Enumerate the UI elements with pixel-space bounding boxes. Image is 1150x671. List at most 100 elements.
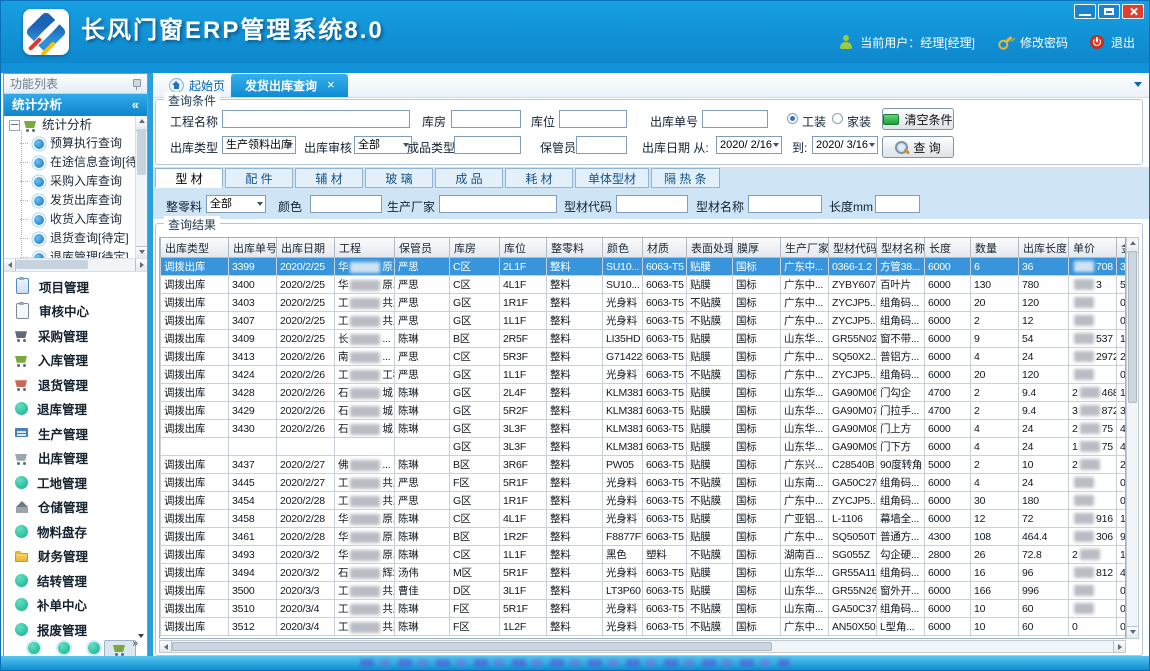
- maximize-button[interactable]: [1098, 4, 1120, 19]
- table-row[interactable]: 调拨出库34372020/2/27佛...陈琳B区3R6F整料PW056063-…: [161, 456, 1127, 474]
- material-tab-1[interactable]: 配 件: [225, 168, 293, 188]
- sidebar-item-1[interactable]: 审核中心: [4, 299, 147, 324]
- sidebar-item-5[interactable]: 退库管理: [4, 397, 147, 422]
- sidebar-item-3[interactable]: 入库管理: [4, 348, 147, 373]
- scroll-thumb[interactable]: [172, 642, 772, 651]
- whole-part-select[interactable]: 全部: [206, 195, 266, 213]
- column-header-9[interactable]: 材质: [643, 238, 687, 258]
- table-row[interactable]: 调拨出库34092020/2/25长...陈琳B区2R5F整料LI35HD606…: [161, 330, 1127, 348]
- scroll-down-icon[interactable]: [1127, 626, 1138, 638]
- table-row[interactable]: 调拨出库35002020/3/3工共工程曹佳D区3L1F整料LT3P606063…: [161, 582, 1127, 600]
- material-tab-4[interactable]: 成 品: [435, 168, 503, 188]
- audit-select[interactable]: 全部: [354, 136, 412, 154]
- tree-item-3[interactable]: 发货出库查询: [20, 191, 147, 210]
- date-to-select[interactable]: 2020/ 3/16: [812, 136, 878, 154]
- scroll-thumb[interactable]: [16, 260, 88, 269]
- date-from-select[interactable]: 2020/ 2/16: [716, 136, 782, 154]
- scroll-right-icon[interactable]: [1113, 641, 1125, 652]
- table-row[interactable]: 调拨出库34612020/2/28华原...陈琳B区1R2F整料F8877FT6…: [161, 528, 1127, 546]
- overflow-item-icon[interactable]: [58, 642, 70, 654]
- material-tab-3[interactable]: 玻 璃: [365, 168, 433, 188]
- material-tab-0[interactable]: 型 材: [155, 168, 223, 188]
- column-header-1[interactable]: 出库单号: [229, 238, 277, 258]
- expander-icon[interactable]: [9, 120, 20, 131]
- column-header-13[interactable]: 型材代码: [829, 238, 877, 258]
- tree-item-2[interactable]: 采购入库查询: [20, 172, 147, 191]
- overflow-item-icon[interactable]: [28, 642, 40, 654]
- grid-vertical-scrollbar[interactable]: [1126, 237, 1139, 639]
- table-row[interactable]: 调拨出库34542020/2/28工共工程严思G区1R1F整料光身料6063-T…: [161, 492, 1127, 510]
- search-button[interactable]: 查 询: [882, 136, 954, 158]
- table-row[interactable]: G区3L3F整料KLM38176063-T5贴膜国标山东华...GA90M09.…: [161, 438, 1127, 456]
- column-header-0[interactable]: 出库类型: [161, 238, 229, 258]
- table-row[interactable]: 调拨出库34292020/2/26石城陈琳G区5R2F整料KLM38176063…: [161, 402, 1127, 420]
- close-tab-icon[interactable]: [326, 80, 338, 92]
- scroll-left-icon[interactable]: [160, 641, 172, 652]
- stats-section-header[interactable]: 统计分析 «: [4, 94, 147, 116]
- collapse-icon[interactable]: «: [132, 94, 139, 116]
- column-header-6[interactable]: 库位: [500, 238, 547, 258]
- column-header-8[interactable]: 颜色: [603, 238, 643, 258]
- tree-item-4[interactable]: 收货入库查询: [20, 210, 147, 229]
- table-row[interactable]: 调拨出库35102020/3/4工共工程陈琳F区5R1F整料光身料6063-T5…: [161, 600, 1127, 618]
- scroll-right-icon[interactable]: [135, 259, 147, 271]
- table-row[interactable]: 调拨出库34072020/2/25工共工程严思G区1L1F整料光身料6063-T…: [161, 312, 1127, 330]
- table-row[interactable]: 调拨出库34282020/2/26石城陈琳G区2L4F整料KLM38176063…: [161, 384, 1127, 402]
- sidebar-item-2[interactable]: 采购管理: [4, 323, 147, 348]
- grid-horizontal-scrollbar[interactable]: [159, 640, 1126, 653]
- column-header-16[interactable]: 数量: [971, 238, 1019, 258]
- warehouse-input[interactable]: [451, 110, 521, 128]
- table-row[interactable]: 调拨出库34132020/2/26南...严思C区5R3F整料G71422606…: [161, 348, 1127, 366]
- column-header-4[interactable]: 保管员: [395, 238, 450, 258]
- material-tab-5[interactable]: 耗 材: [505, 168, 573, 188]
- tree-item-0[interactable]: 预算执行查询: [20, 134, 147, 153]
- column-header-15[interactable]: 长度: [925, 238, 971, 258]
- table-row[interactable]: 调拨出库34932020/3/2华原...陈琳C区1L1F整料黑色塑料不贴膜国标…: [161, 546, 1127, 564]
- tree-horizontal-scrollbar[interactable]: [4, 258, 147, 272]
- table-row[interactable]: 调拨出库33992020/2/25华原...严思C区2L1F整料SU10...6…: [161, 258, 1127, 276]
- tree-item-5[interactable]: 退货查询[待定]: [20, 229, 147, 248]
- column-header-17[interactable]: 出库长度: [1019, 238, 1069, 258]
- column-header-19[interactable]: 金额: [1117, 238, 1127, 258]
- sidebar-item-9[interactable]: 仓储管理: [4, 495, 147, 520]
- pin-icon[interactable]: [131, 78, 141, 90]
- project-name-input[interactable]: [222, 110, 410, 128]
- radio-home-label[interactable]: 家装: [847, 113, 871, 130]
- manufacturer-input[interactable]: [439, 195, 557, 213]
- column-header-12[interactable]: 生产厂家: [781, 238, 829, 258]
- scroll-thumb[interactable]: [1128, 251, 1137, 403]
- column-header-10[interactable]: 表面处理: [687, 238, 733, 258]
- tree-vertical-scrollbar[interactable]: [135, 116, 147, 258]
- sidebar-item-12[interactable]: 结转管理: [4, 568, 147, 593]
- tree-item-1[interactable]: 在途信息查询[待: [20, 153, 147, 172]
- scroll-thumb[interactable]: [137, 129, 146, 175]
- sidebar-item-13[interactable]: 补单中心: [4, 593, 147, 618]
- sidebar-item-6[interactable]: 生产管理: [4, 421, 147, 446]
- table-row[interactable]: 调拨出库34032020/2/25工共工程严思G区1R1F整料光身料6063-T…: [161, 294, 1127, 312]
- profile-name-input[interactable]: [748, 195, 822, 213]
- product-type-input[interactable]: [454, 136, 521, 154]
- close-button[interactable]: [1122, 4, 1144, 19]
- tab-shipping-outbound-query[interactable]: 发货出库查询: [231, 74, 348, 97]
- radio-work-label[interactable]: 工装: [802, 113, 826, 130]
- tree-item-6[interactable]: 退库管理[待定]: [20, 248, 147, 258]
- column-header-2[interactable]: 出库日期: [277, 238, 335, 258]
- location-input[interactable]: [559, 110, 627, 128]
- length-input[interactable]: [875, 195, 920, 213]
- column-header-3[interactable]: 工程: [335, 238, 395, 258]
- material-tab-7[interactable]: 隔 热 条: [651, 168, 720, 188]
- keeper-input[interactable]: [576, 136, 627, 154]
- sidebar-item-10[interactable]: 物料盘存: [4, 519, 147, 544]
- column-header-14[interactable]: 型材名称: [877, 238, 925, 258]
- radio-work-decoration[interactable]: [787, 113, 798, 124]
- minimize-button[interactable]: [1074, 4, 1096, 19]
- table-row[interactable]: 调拨出库34942020/3/2石辉城汤伟M区5R1F整料光身料6063-T5贴…: [161, 564, 1127, 582]
- order-no-input[interactable]: [702, 110, 768, 128]
- out-type-select[interactable]: 生产领料出库: [222, 136, 296, 154]
- table-row[interactable]: 调拨出库35122020/3/4工共工程陈琳F区1L2F整料光身料6063-T5…: [161, 618, 1127, 636]
- tree-root-stats[interactable]: 统计分析: [4, 116, 147, 134]
- material-tab-2[interactable]: 辅 材: [295, 168, 363, 188]
- logout-button[interactable]: 退出: [1111, 34, 1135, 51]
- column-header-11[interactable]: 膜厚: [733, 238, 781, 258]
- sidebar-item-4[interactable]: 退货管理: [4, 372, 147, 397]
